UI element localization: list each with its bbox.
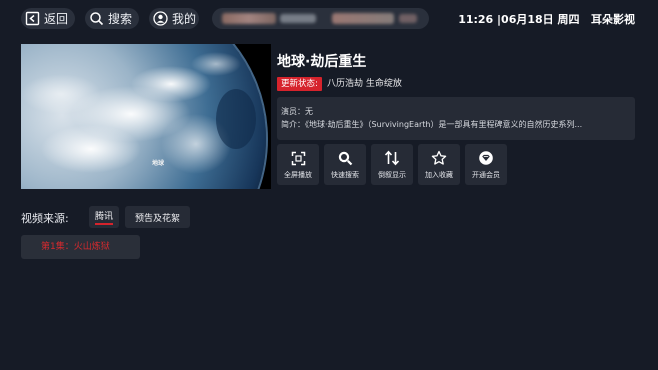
vip-label: 开通会员	[472, 171, 500, 179]
quick-search-label: 快速搜索	[331, 171, 359, 179]
top-bar: 返回 搜索 我的 11:26 |06月18日 周四 耳朵影视	[0, 0, 658, 36]
actors-line: 演员：无	[281, 105, 631, 118]
user-icon	[153, 11, 168, 26]
back-arrow-icon	[25, 11, 40, 26]
sort-icon	[384, 150, 400, 166]
search-input[interactable]	[212, 8, 429, 29]
blurred-content	[280, 14, 316, 23]
reverse-order-button[interactable]: 倒叙显示	[371, 144, 413, 185]
episode-item[interactable]: 第1集：火山炼狱	[21, 235, 140, 259]
page-title: 地球·劫后重生	[277, 54, 367, 70]
back-label: 返回	[44, 12, 69, 26]
source-label: 视频来源:	[21, 212, 69, 225]
earth-illustration	[21, 44, 271, 189]
vip-icon	[478, 150, 494, 166]
blurred-content	[222, 13, 276, 24]
intro-value: 《地球·劫后重生》（SurvivingEarth）是一部具有里程碑意义的自然历史…	[305, 120, 583, 129]
quick-search-button[interactable]: 快速搜索	[324, 144, 366, 185]
mine-label: 我的	[172, 12, 197, 26]
status-clock: 11:26 |06月18日 周四 耳朵影视	[458, 11, 635, 27]
blurred-content	[332, 13, 394, 24]
search-label: 搜索	[108, 12, 133, 26]
status-text: 八历浩劫 生命绽放	[327, 79, 402, 89]
search-icon	[89, 11, 104, 26]
status-badge: 更新状态:	[277, 77, 322, 91]
star-icon	[431, 150, 447, 166]
actors-value: 无	[305, 107, 313, 116]
source-tab-label: 腾讯	[94, 209, 113, 225]
source-tab-label: 预告及花絮	[134, 213, 180, 224]
add-favorite-label: 加入收藏	[425, 171, 453, 179]
blurred-content	[399, 14, 417, 23]
vip-button[interactable]: 开通会员	[465, 144, 507, 185]
poster-image[interactable]: 地球	[21, 44, 271, 189]
add-favorite-button[interactable]: 加入收藏	[418, 144, 460, 185]
description-box[interactable]: 演员：无 简介：《地球·劫后重生》（SurvivingEarth）是一部具有里程…	[277, 97, 635, 140]
reverse-order-label: 倒叙显示	[378, 171, 406, 179]
source-tab-tencent[interactable]: 腾讯	[89, 206, 119, 228]
actors-label: 演员：	[281, 107, 305, 116]
app-name: 耳朵影视	[591, 13, 635, 26]
fullscreen-play-label: 全屏播放	[284, 171, 312, 179]
intro-line: 简介：《地球·劫后重生》（SurvivingEarth）是一部具有里程碑意义的自…	[281, 118, 631, 131]
fullscreen-icon	[291, 150, 306, 166]
fullscreen-play-button[interactable]: 全屏播放	[277, 144, 319, 185]
episode-label: 第1集：火山炼狱	[41, 242, 110, 252]
poster-logo: 地球	[152, 160, 165, 167]
search-icon	[337, 150, 353, 166]
search-button[interactable]: 搜索	[85, 8, 139, 29]
source-tab-trailers[interactable]: 预告及花絮	[125, 206, 190, 228]
mine-button[interactable]: 我的	[149, 8, 199, 29]
back-button[interactable]: 返回	[21, 8, 75, 29]
datetime: 11:26 |06月18日 周四	[458, 13, 580, 26]
intro-label: 简介：	[281, 120, 305, 129]
